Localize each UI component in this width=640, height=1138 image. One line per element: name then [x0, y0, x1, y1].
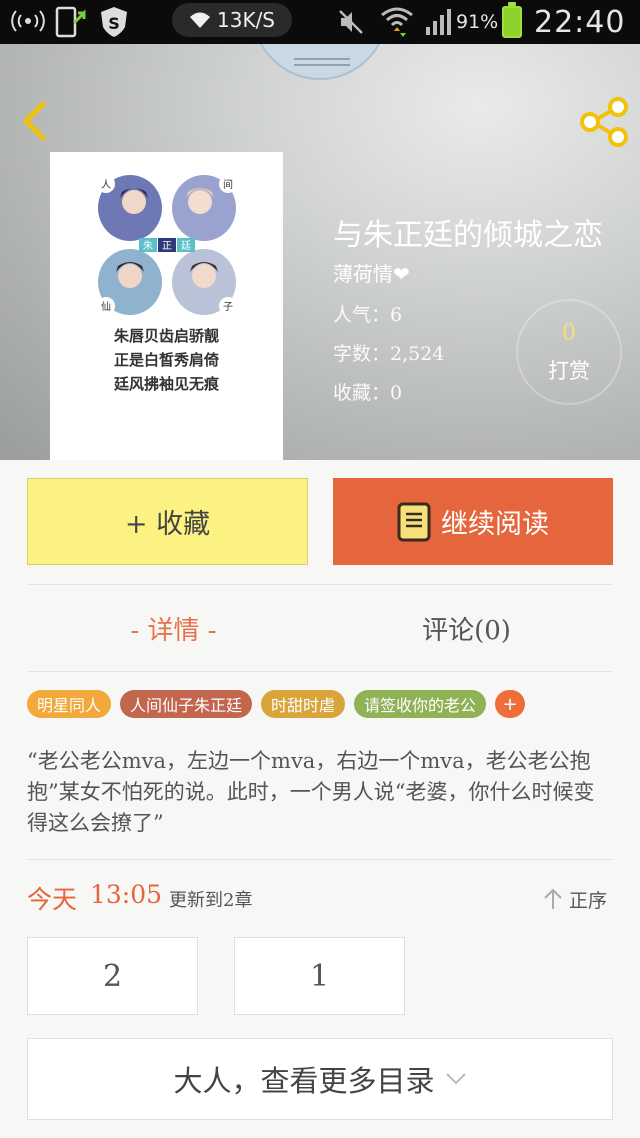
- tab-comment[interactable]: 评论(0): [320, 600, 613, 656]
- cover-poem: 朱唇贝齿启骄靓 正是白皙秀肩倚 廷风拂袖见无痕: [50, 324, 283, 396]
- battery-icon: [502, 2, 522, 38]
- more-catalog-label: 大人，查看更多目录: [173, 1064, 435, 1098]
- chapter-item[interactable]: 1: [234, 937, 405, 1015]
- battery-percent: 91%: [456, 11, 499, 33]
- update-chapter-count: 更新到2章: [169, 890, 253, 911]
- book-cover[interactable]: 人 间 仙 子 朱 正 廷 朱唇贝齿启骄靓 正是白皙秀肩倚 廷风拂袖见无痕: [50, 152, 283, 460]
- divider: [27, 859, 613, 860]
- share-icon: [580, 97, 628, 147]
- book-synopsis: “老公老公mva，左边一个mva，右边一个mva，老公老公抱抱”某女不怕死的说。…: [27, 749, 595, 835]
- cover-corner-char: 子: [223, 301, 233, 313]
- cover-center-char: 正: [162, 241, 172, 252]
- tip-count: 0: [562, 321, 576, 346]
- chevron-down-icon: [445, 1073, 466, 1085]
- tip-label: 打赏: [548, 359, 590, 383]
- cover-illustration: 人 间 仙 子 朱 正 廷: [97, 175, 237, 315]
- update-day: 今天: [27, 885, 78, 914]
- more-catalog-button[interactable]: 大人，查看更多目录: [27, 1038, 613, 1120]
- cover-center-char: 廷: [181, 240, 191, 252]
- cover-corner-char: 人: [101, 179, 111, 191]
- tip-button[interactable]: 0 打赏: [516, 299, 622, 405]
- cell-signal-icon: [424, 0, 454, 44]
- cover-poem-line: 正是白皙秀肩倚: [113, 351, 219, 369]
- wifi-signal-icon: [380, 0, 414, 44]
- tag-item[interactable]: 时甜时虐: [261, 690, 346, 718]
- cover-corner-char: 仙: [101, 300, 111, 313]
- tag-list: 明星同人 人间仙子朱正廷 时甜时虐 请签收你的老公 +: [27, 690, 526, 720]
- clock: 22:40: [534, 4, 626, 40]
- wifi-icon: [190, 12, 210, 28]
- shield-icon: S: [98, 0, 130, 44]
- add-favorite-button[interactable]: + 收藏: [27, 478, 308, 565]
- tag-item[interactable]: 人间仙子朱正廷: [120, 690, 253, 718]
- chapter-item[interactable]: 2: [27, 937, 198, 1015]
- phone-update-icon: [54, 0, 90, 44]
- sort-order-button[interactable]: 正序: [543, 884, 607, 914]
- update-time: 13:05: [90, 880, 163, 909]
- cover-center-char: 朱: [143, 240, 153, 252]
- cover-corner-char: 间: [223, 178, 233, 191]
- continue-reading-label: 继续阅读: [441, 509, 549, 540]
- tab-detail[interactable]: - 详情 -: [27, 600, 320, 656]
- divider: [27, 584, 613, 585]
- share-button[interactable]: [578, 96, 630, 148]
- network-speed: 13K/S: [172, 3, 292, 37]
- popularity-stat: 人气：6: [333, 304, 403, 326]
- arrow-up-icon: [544, 888, 562, 909]
- tag-item[interactable]: 明星同人: [27, 690, 112, 718]
- book-author[interactable]: 薄荷情❤: [333, 258, 410, 287]
- book-icon: [397, 502, 431, 541]
- network-speed-text: 13K/S: [217, 8, 275, 32]
- favorites-stat: 收藏：0: [333, 382, 403, 404]
- chevron-left-icon: [23, 101, 46, 141]
- status-bar: S 13K/S 91% 22:40: [0, 0, 640, 44]
- continue-reading-button[interactable]: 继续阅读: [333, 478, 613, 565]
- tag-item[interactable]: 请签收你的老公: [354, 690, 487, 718]
- mute-icon: [336, 0, 366, 44]
- divider: [27, 671, 613, 672]
- hotspot-icon: [10, 0, 46, 44]
- sort-order-label: 正序: [569, 889, 608, 912]
- pull-tab[interactable]: [252, 44, 388, 80]
- cover-poem-line: 廷风拂袖见无痕: [113, 375, 219, 393]
- svg-text:S: S: [108, 14, 120, 33]
- book-title: 与朱正廷的倾城之恋: [333, 218, 603, 253]
- book-header: 人 间 仙 子 朱 正 廷 朱唇贝齿启骄靓 正是白皙秀肩倚 廷风拂袖见无痕 与朱…: [0, 44, 640, 460]
- back-button[interactable]: [14, 100, 56, 142]
- add-tag-button[interactable]: +: [495, 690, 526, 718]
- cover-poem-line: 朱唇贝齿启骄靓: [113, 327, 219, 345]
- add-favorite-label: + 收藏: [124, 509, 211, 540]
- word-count-stat: 字数：2,524: [333, 343, 445, 365]
